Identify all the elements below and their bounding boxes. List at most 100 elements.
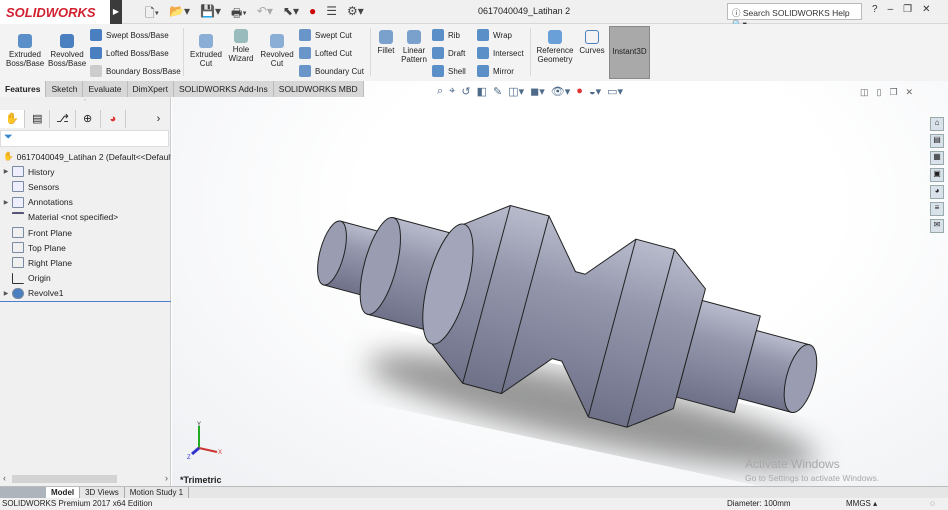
zoom-to-area-icon[interactable]: ⌖ — [449, 85, 455, 98]
tab-dimxpert[interactable]: DimXpert — [127, 81, 174, 97]
displaymanager-tab-icon[interactable]: ◕ — [101, 110, 126, 128]
more-tabs-icon[interactable]: › — [146, 110, 171, 128]
lofted-cut-button[interactable]: Lofted Cut — [299, 47, 352, 59]
boundary-cut-button[interactable]: Boundary Cut — [299, 65, 364, 77]
file-properties-icon[interactable]: ☰ — [326, 4, 337, 25]
panel-horizontal-scrollbar[interactable]: ‹ › — [0, 473, 171, 485]
part-icon: ✋ — [3, 151, 14, 162]
help-icon[interactable]: ? — [872, 4, 878, 15]
reference-geometry-button[interactable]: Reference Geometry — [535, 30, 575, 64]
tree-item-annotations[interactable]: ▶ Annotations — [0, 195, 171, 210]
tab-motion-study[interactable]: Motion Study 1 — [125, 487, 190, 498]
tree-filter-input[interactable]: ⏷ — [0, 130, 169, 147]
units-selector[interactable]: MMGS ▴ — [846, 499, 877, 508]
file-explorer-icon[interactable]: ▣ — [930, 168, 944, 182]
tree-item-top-plane[interactable]: Top Plane — [0, 240, 171, 255]
options-gear-icon[interactable]: ⚙▾ — [347, 4, 364, 25]
home-icon[interactable]: ⌂ — [930, 117, 944, 131]
curves-button[interactable]: Curves — [578, 30, 606, 55]
new-icon[interactable]: 🗋▾ — [145, 4, 159, 25]
view-name: *Trimetric — [180, 475, 222, 485]
tab-features[interactable]: Features — [0, 81, 47, 97]
appearances-icon[interactable]: ◕ — [930, 185, 944, 199]
save-icon[interactable]: 💾▾ — [200, 4, 221, 25]
tab-evaluate[interactable]: Evaluate — [83, 81, 128, 97]
view-orientation-icon[interactable]: ◫▾ — [508, 85, 524, 98]
tree-item-origin[interactable]: Origin — [0, 271, 171, 286]
configurationmanager-tab-icon[interactable]: ⎇ — [50, 110, 76, 128]
section-view-icon[interactable]: ◧ — [477, 85, 487, 98]
tab-3d-views[interactable]: 3D Views — [80, 487, 125, 498]
quick-access-toolbar: 🗋▾ 📂▾ 💾▾ 🖶▾ ↶▾ ⬉▾ ● ☰ ⚙▾ — [145, 4, 364, 25]
linear-pattern-button[interactable]: Linear Pattern — [400, 30, 428, 64]
shell-button[interactable]: Shell — [432, 65, 466, 77]
view-settings-icon[interactable]: ▭▾ — [607, 85, 623, 98]
rebuild-icon[interactable]: ● — [309, 4, 316, 25]
viewport-restore-icon[interactable]: ❐ — [889, 87, 897, 98]
tab-mbd[interactable]: SOLIDWORKS MBD — [273, 81, 364, 97]
expand-icon[interactable]: ▶ — [0, 168, 12, 175]
zoom-to-fit-icon[interactable]: ⌕ — [437, 85, 443, 98]
hide-show-icon[interactable]: 👁▾ — [551, 85, 571, 98]
instant3d-button[interactable]: Instant3D — [609, 26, 650, 79]
viewport-split-icon[interactable]: ▯ — [877, 87, 882, 98]
featuremanager-tab-icon[interactable]: ✋ — [0, 110, 26, 128]
propertymanager-tab-icon[interactable]: ▤ — [25, 110, 51, 128]
hole-wizard-button[interactable]: Hole Wizard — [226, 29, 256, 63]
intersect-button[interactable]: Intersect — [477, 47, 524, 59]
boundary-boss-button[interactable]: Boundary Boss/Base — [90, 65, 181, 77]
revolved-cut-button[interactable]: Revolved Cut — [258, 34, 296, 68]
rebuild-status-icon[interactable]: ◌ — [930, 499, 935, 508]
dimxpertmanager-tab-icon[interactable]: ⊕ — [76, 110, 101, 128]
tree-item-history[interactable]: ▶ History — [0, 164, 171, 179]
resources-icon[interactable]: ▤ — [930, 134, 944, 148]
tree-item-front-plane[interactable]: Front Plane — [0, 225, 171, 240]
lofted-boss-button[interactable]: Lofted Boss/Base — [90, 47, 169, 59]
extruded-boss-button[interactable]: Extruded Boss/Base — [6, 34, 44, 68]
tab-scroll-arrows[interactable] — [0, 487, 46, 498]
expand-icon[interactable]: ▶ — [0, 290, 12, 297]
minimize-button[interactable]: – — [888, 4, 894, 15]
fillet-button[interactable]: Fillet — [374, 30, 398, 55]
previous-view-icon[interactable]: ↺ — [461, 85, 470, 98]
tree-item-right-plane[interactable]: Right Plane — [0, 255, 171, 270]
print-icon[interactable]: 🖶▾ — [231, 4, 247, 25]
tab-sketch[interactable]: Sketch — [46, 81, 84, 97]
revolved-boss-icon — [60, 34, 74, 48]
menu-expand-arrow[interactable]: ▶ — [110, 0, 122, 24]
search-placeholder: Search SOLIDWORKS Help — [742, 8, 850, 18]
help-search-input[interactable]: ⓘ Search SOLIDWORKS Help 🔍▾ — [727, 3, 862, 29]
swept-boss-button[interactable]: Swept Boss/Base — [90, 29, 169, 41]
wrap-button[interactable]: Wrap — [477, 29, 512, 41]
appearance-icon[interactable]: ● — [576, 85, 583, 98]
swept-cut-button[interactable]: Swept Cut — [299, 29, 352, 41]
custom-properties-icon[interactable]: ≡ — [930, 202, 944, 216]
design-library-icon[interactable]: ▦ — [930, 151, 944, 165]
rib-button[interactable]: Rib — [432, 29, 460, 41]
scene-icon[interactable]: ◒▾ — [589, 85, 601, 98]
select-icon[interactable]: ⬉▾ — [283, 4, 299, 25]
tree-item-revolve1[interactable]: ▶ Revolve1 — [0, 286, 171, 301]
revolved-boss-button[interactable]: Revolved Boss/Base — [48, 34, 86, 68]
expand-icon[interactable]: ▶ — [0, 199, 12, 206]
graphics-area[interactable] — [172, 81, 948, 486]
close-button[interactable]: ✕ — [922, 4, 930, 15]
rollback-bar[interactable] — [0, 301, 171, 302]
tree-item-material[interactable]: Material <not specified> — [0, 210, 171, 225]
restore-button[interactable]: ❐ — [903, 4, 912, 15]
forum-icon[interactable]: ✉ — [930, 219, 944, 233]
draft-button[interactable]: Draft — [432, 47, 465, 59]
open-icon[interactable]: 📂▾ — [169, 4, 190, 25]
tab-addins[interactable]: SOLIDWORKS Add-Ins — [173, 81, 274, 97]
mirror-button[interactable]: Mirror — [477, 65, 514, 77]
undo-icon[interactable]: ↶▾ — [257, 4, 273, 25]
tree-item-sensors[interactable]: Sensors — [0, 179, 171, 194]
viewport-tile-icon[interactable]: ◫ — [860, 87, 869, 98]
dynamic-annotation-icon[interactable]: ✎ — [493, 85, 502, 98]
tree-root-part[interactable]: ✋ 0617040049_Latihan 2 (Default<<Default> — [0, 149, 171, 164]
display-style-icon[interactable]: ◼▾ — [530, 85, 545, 98]
viewport-close-icon[interactable]: ✕ — [906, 87, 914, 98]
tab-model[interactable]: Model — [46, 487, 81, 498]
panel-splitter[interactable]: ◦ — [0, 97, 170, 109]
extruded-cut-button[interactable]: Extruded Cut — [187, 34, 225, 68]
